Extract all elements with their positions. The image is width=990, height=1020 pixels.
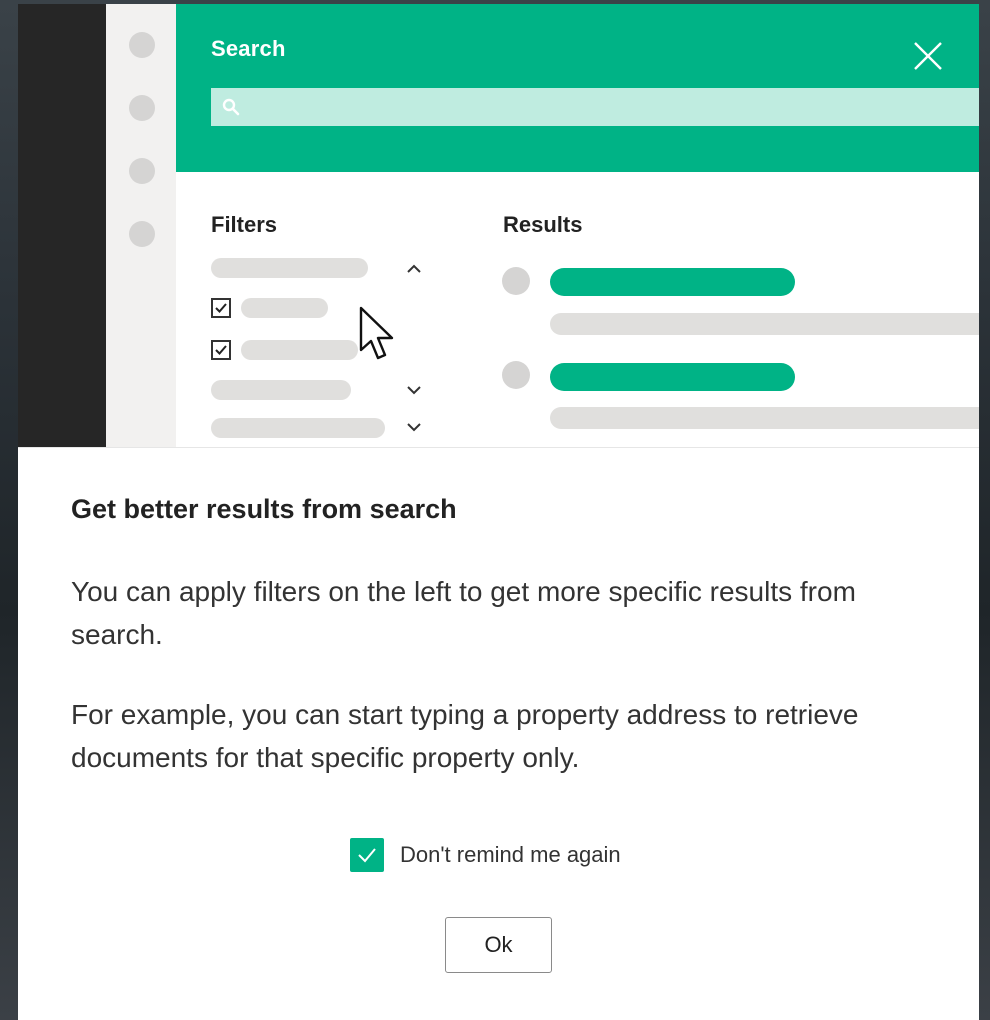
rail-item-placeholder — [129, 32, 155, 58]
filter-placeholder — [211, 380, 351, 400]
dialog-heading: Get better results from search — [71, 494, 457, 524]
filter-checkbox — [211, 340, 231, 360]
tip-dialog: Search Filters Results Get better result… — [18, 4, 979, 1020]
search-panel-header: Search — [176, 4, 979, 172]
filter-placeholder — [211, 418, 385, 438]
rail-item-placeholder — [129, 158, 155, 184]
dialog-paragraph-filters: You can apply filters on the left to get… — [71, 576, 856, 650]
filters-heading: Filters — [211, 212, 278, 237]
chevron-down-icon — [407, 386, 421, 395]
app-rail-dark — [18, 4, 106, 448]
filter-checkbox — [211, 298, 231, 318]
filter-option-placeholder — [241, 340, 358, 360]
mouse-pointer-icon — [359, 306, 394, 360]
rail-item-placeholder — [129, 95, 155, 121]
search-input-illustration — [211, 88, 979, 126]
filter-option-placeholder — [241, 298, 328, 318]
result-avatar-placeholder — [502, 361, 530, 389]
search-panel-title: Search — [211, 36, 286, 61]
rail-item-placeholder — [129, 221, 155, 247]
check-icon — [215, 345, 227, 355]
check-icon — [358, 848, 376, 863]
result-line-placeholder — [550, 407, 979, 429]
result-title-placeholder — [550, 268, 795, 296]
results-heading: Results — [503, 212, 583, 237]
dont-remind-option[interactable]: Don't remind me again — [350, 838, 621, 872]
dialog-paragraph-example: For example, you can start typing a prop… — [71, 699, 859, 773]
ok-button[interactable]: Ok — [445, 917, 552, 973]
chevron-down-icon — [407, 423, 421, 432]
dont-remind-checkbox[interactable] — [350, 838, 384, 872]
result-line-placeholder — [550, 313, 979, 335]
chevron-up-icon — [407, 264, 421, 273]
filter-placeholder — [211, 258, 368, 278]
search-icon — [222, 98, 240, 116]
dont-remind-label[interactable]: Don't remind me again — [400, 842, 621, 868]
result-title-placeholder — [550, 363, 795, 391]
close-icon — [914, 42, 942, 70]
illustration-divider — [18, 447, 979, 448]
search-illustration: Search Filters Results — [18, 4, 979, 448]
result-avatar-placeholder — [502, 267, 530, 295]
check-icon — [215, 303, 227, 313]
